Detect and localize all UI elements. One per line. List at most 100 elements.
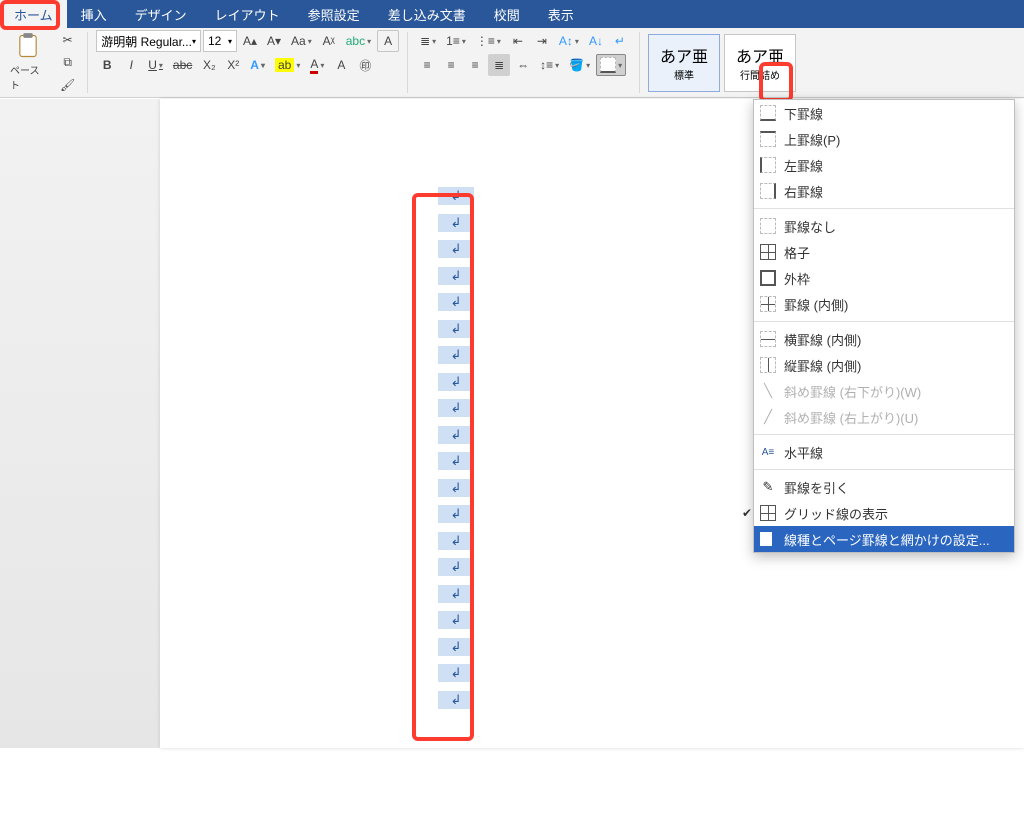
bucket-icon: 🪣: [569, 58, 584, 72]
align-right-button[interactable]: ≡: [464, 54, 486, 76]
strike-button[interactable]: abc: [169, 54, 196, 76]
pencil-icon: ✎: [760, 479, 776, 495]
gridlines-icon: [760, 505, 776, 521]
tab-view[interactable]: 表示: [534, 0, 588, 28]
pilcrow-icon: ↵: [615, 34, 625, 48]
shading-button[interactable]: 🪣: [565, 54, 594, 76]
page-icon: [760, 532, 772, 546]
shrink-font-button[interactable]: A▾: [263, 30, 285, 52]
paste-label: ペースト: [10, 62, 46, 92]
clipboard-icon: [14, 32, 42, 60]
copy-button[interactable]: ⧉: [56, 52, 79, 72]
menu-borders-settings[interactable]: 線種とページ罫線と網かけの設定...: [754, 526, 1014, 552]
highlight-button[interactable]: ab: [271, 54, 304, 76]
font-color-button[interactable]: A: [306, 54, 328, 76]
superscript-button[interactable]: X²: [222, 54, 244, 76]
tab-insert[interactable]: 挿入: [67, 0, 121, 28]
font-color-icon: A: [310, 57, 318, 74]
menu-border-left[interactable]: 左罫線: [754, 152, 1014, 178]
indent-inc-button[interactable]: ⇥: [531, 30, 553, 52]
border-inside-v-icon: [760, 357, 776, 373]
align-center-button[interactable]: ≡: [440, 54, 462, 76]
borders-icon: [600, 57, 616, 73]
align-left-button[interactable]: ≡: [416, 54, 438, 76]
border-none-icon: [760, 218, 776, 234]
scissors-icon: ✂: [63, 33, 73, 47]
tab-home[interactable]: ホーム: [0, 0, 67, 28]
multilevel-button[interactable]: ⋮≡: [472, 30, 505, 52]
clear-format-button[interactable]: Aᵡ: [318, 30, 340, 52]
text-direction-button[interactable]: A↕: [555, 30, 583, 52]
border-left-icon: [760, 157, 776, 173]
menu-horizontal-line[interactable]: A≡水平線: [754, 439, 1014, 465]
tab-layout[interactable]: レイアウト: [201, 0, 294, 28]
sort-icon: A↓: [589, 34, 603, 48]
multilevel-icon: ⋮≡: [476, 34, 495, 48]
selected-column: [438, 183, 474, 823]
tab-design[interactable]: デザイン: [121, 0, 201, 28]
menu-border-inside-h[interactable]: 横罫線 (内側): [754, 326, 1014, 352]
align-center-icon: ≡: [448, 58, 455, 72]
diag-up-icon: ╱: [760, 409, 776, 425]
style-nospacing[interactable]: あア亜 行間詰め: [724, 34, 796, 92]
tab-review[interactable]: 校閲: [480, 0, 534, 28]
text-effects-button[interactable]: A: [246, 54, 269, 76]
char-border-button[interactable]: A: [377, 30, 399, 52]
line-spacing-button[interactable]: ↕≡: [536, 54, 563, 76]
borders-button[interactable]: [596, 54, 626, 76]
distribute-icon: ⇔: [517, 58, 529, 72]
char-shading-button[interactable]: A: [330, 54, 352, 76]
menu-border-bottom[interactable]: 下罫線: [754, 100, 1014, 126]
subscript-button[interactable]: X₂: [198, 54, 220, 76]
paragraph-mark-icon: [438, 187, 474, 205]
group-clipboard: ペースト: [4, 28, 52, 97]
align-justify-button[interactable]: ≣: [488, 54, 510, 76]
phonetic-button[interactable]: abc: [342, 30, 375, 52]
grow-font-button[interactable]: A▴: [239, 30, 261, 52]
menu-border-box[interactable]: 外枠: [754, 265, 1014, 291]
group-paragraph: ≣ 1≡ ⋮≡ ⇤ ⇥ A↕ A↓ ↵ ≡ ≡ ≡ ≣ ⇔ ↕≡ 🪣: [412, 28, 635, 97]
hr-icon: A≡: [760, 444, 776, 460]
change-case-button[interactable]: Aa: [287, 30, 316, 52]
border-bottom-icon: [760, 105, 776, 121]
check-icon: ✔: [742, 506, 752, 520]
border-right-icon: [760, 183, 776, 199]
menu-border-top[interactable]: 上罫線(P): [754, 126, 1014, 152]
menu-border-grid[interactable]: 格子: [754, 239, 1014, 265]
distribute-button[interactable]: ⇔: [512, 54, 534, 76]
paste-button[interactable]: ペースト: [8, 30, 48, 94]
underline-button[interactable]: U: [144, 54, 167, 76]
format-painter-button[interactable]: 🖌: [56, 75, 79, 95]
border-inside-icon: [760, 296, 776, 312]
bullets-button[interactable]: ≣: [416, 30, 440, 52]
menu-border-diag-up: ╱斜め罫線 (右上がり)(U): [754, 404, 1014, 430]
align-right-icon: ≡: [472, 58, 479, 72]
copy-icon: ⧉: [63, 55, 72, 70]
menu-border-inside-v[interactable]: 縦罫線 (内側): [754, 352, 1014, 378]
bold-button[interactable]: B: [96, 54, 118, 76]
menu-view-gridlines[interactable]: ✔グリッド線の表示: [754, 500, 1014, 526]
menu-border-right[interactable]: 右罫線: [754, 178, 1014, 204]
style-normal[interactable]: あア亜 標準: [648, 34, 720, 92]
align-justify-icon: ≣: [494, 58, 504, 72]
indent-dec-button[interactable]: ⇤: [507, 30, 529, 52]
menu-border-diag-down: ╲斜め罫線 (右下がり)(W): [754, 378, 1014, 404]
tab-references[interactable]: 参照設定: [294, 0, 374, 28]
tab-mailings[interactable]: 差し込み文書: [374, 0, 480, 28]
group-styles: あア亜 標準 あア亜 行間詰め: [644, 28, 800, 97]
sort-button[interactable]: A↓: [585, 30, 607, 52]
border-top-icon: [760, 131, 776, 147]
cut-button[interactable]: ✂: [56, 30, 79, 50]
menu-draw-border[interactable]: ✎罫線を引く: [754, 474, 1014, 500]
text-direction-icon: A↕: [559, 34, 573, 48]
numbering-button[interactable]: 1≡: [442, 30, 470, 52]
font-name-select[interactable]: 游明朝 Regular...▾: [96, 30, 201, 52]
italic-button[interactable]: I: [120, 54, 142, 76]
font-size-select[interactable]: 12▾: [203, 30, 237, 52]
menu-border-none[interactable]: 罫線なし: [754, 213, 1014, 239]
menu-border-inside[interactable]: 罫線 (内側): [754, 291, 1014, 317]
enclose-char-button[interactable]: ㊞: [354, 54, 376, 76]
show-marks-button[interactable]: ↵: [609, 30, 631, 52]
numbering-icon: 1≡: [446, 34, 460, 48]
brush-icon: 🖌: [60, 78, 75, 92]
